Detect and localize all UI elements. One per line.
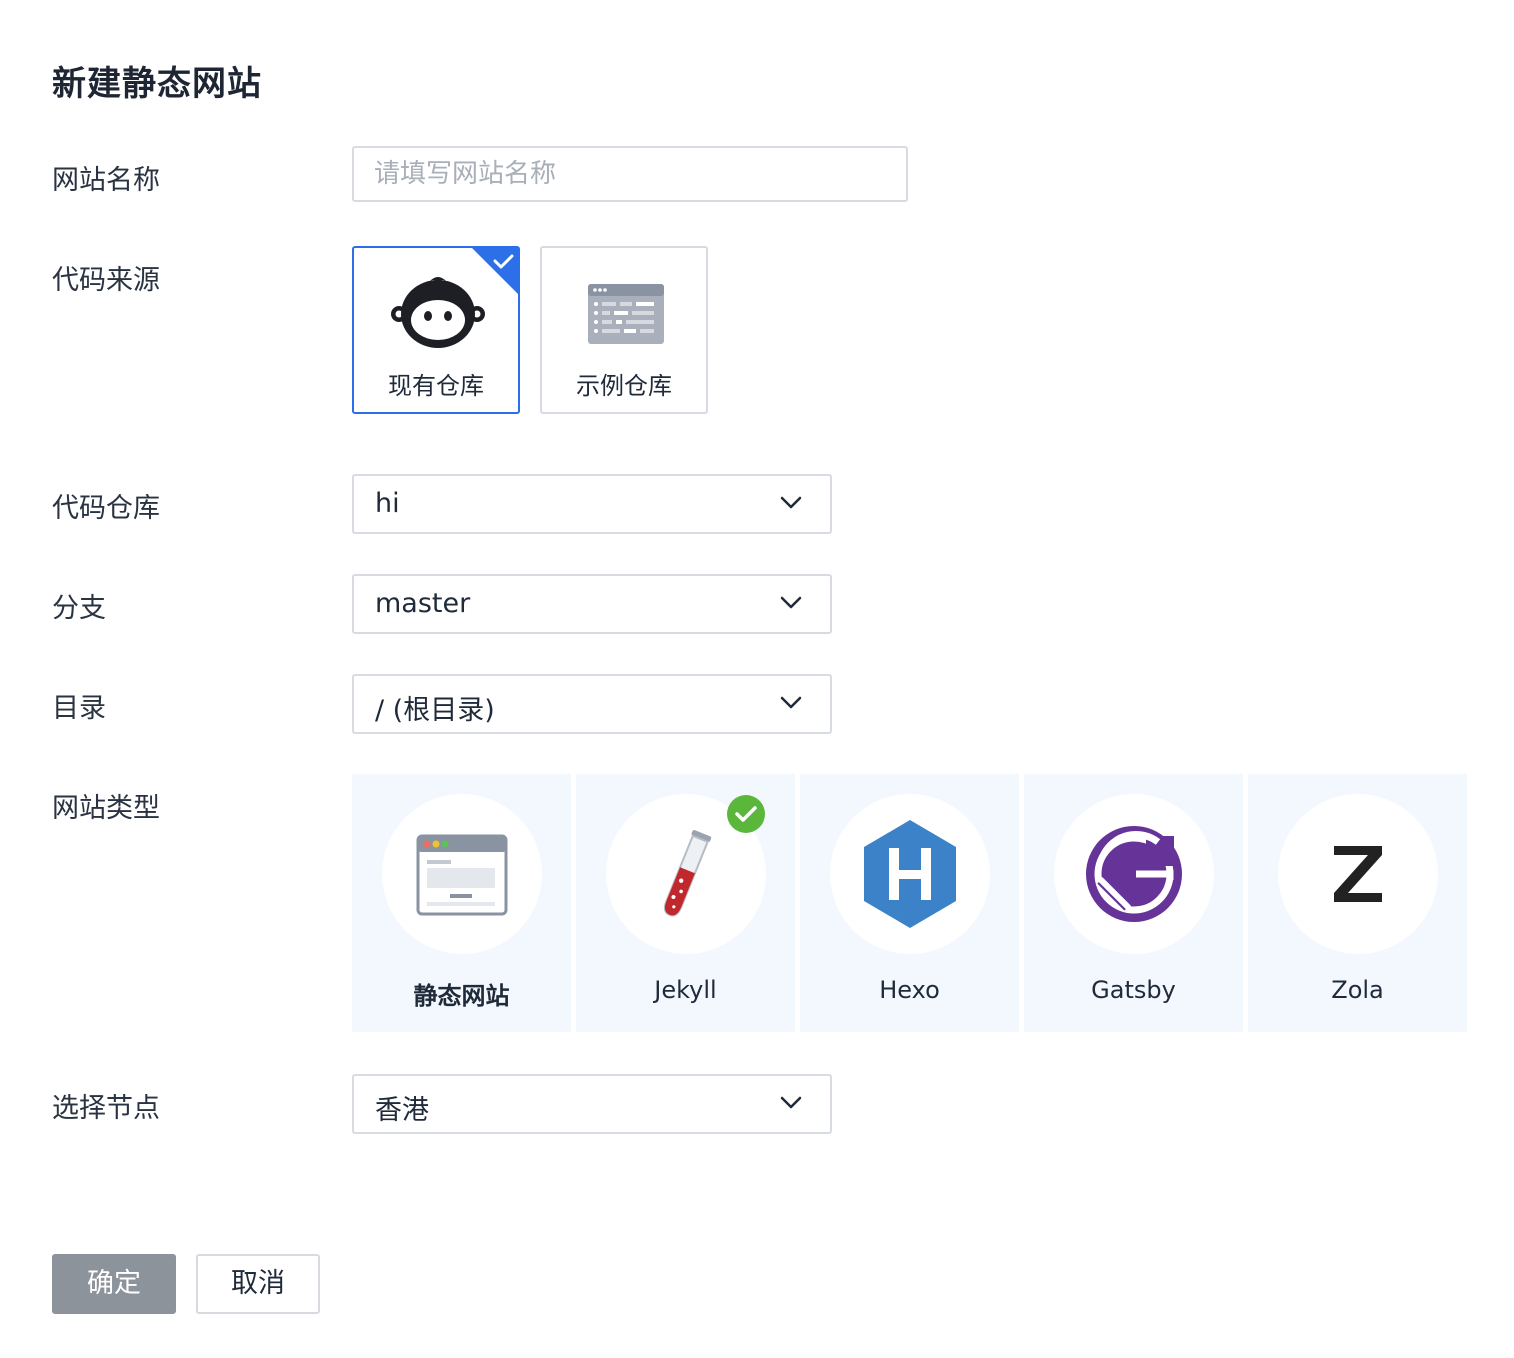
site-type-jekyll-label: Jekyll xyxy=(654,976,717,1004)
page-title: 新建静态网站 xyxy=(52,64,262,104)
code-source-sample-label: 示例仓库 xyxy=(576,372,672,400)
site-type-zola[interactable]: Zola xyxy=(1248,774,1467,1032)
z-icon xyxy=(1334,846,1382,902)
gatsby-g-icon xyxy=(1086,826,1182,922)
cancel-button[interactable]: 取消 xyxy=(196,1254,320,1314)
node-select-value: 香港 xyxy=(375,1095,429,1126)
chevron-down-icon xyxy=(780,596,802,609)
code-source-existing-label: 现有仓库 xyxy=(388,372,484,400)
site-type-label: 网站类型 xyxy=(52,793,160,824)
directory-select-value: / (根目录) xyxy=(375,695,495,726)
chevron-down-icon xyxy=(780,1096,802,1109)
site-type-jekyll[interactable]: Jekyll xyxy=(576,774,795,1032)
site-type-hexo-label: Hexo xyxy=(879,976,940,1004)
test-tube-icon xyxy=(663,830,712,917)
node-label: 选择节点 xyxy=(52,1093,160,1124)
site-name-label: 网站名称 xyxy=(52,165,160,196)
site-type-zola-label: Zola xyxy=(1331,976,1384,1004)
site-type-static[interactable]: 静态网站 xyxy=(352,774,571,1032)
repo-select-value: hi xyxy=(375,488,400,519)
chevron-down-icon xyxy=(780,496,802,509)
hexagon-h-icon xyxy=(864,820,956,928)
site-type-gatsby-label: Gatsby xyxy=(1091,976,1176,1004)
branch-label: 分支 xyxy=(52,593,106,624)
branch-select-value: master xyxy=(375,588,471,619)
code-source-label: 代码来源 xyxy=(52,265,160,296)
code-source-existing-repo[interactable]: 现有仓库 xyxy=(352,246,520,414)
repo-label: 代码仓库 xyxy=(52,493,160,524)
chevron-down-icon xyxy=(780,696,802,709)
branch-select[interactable]: master xyxy=(352,574,832,634)
site-name-input[interactable] xyxy=(352,146,908,202)
repo-select[interactable]: hi xyxy=(352,474,832,534)
site-type-hexo[interactable]: Hexo xyxy=(800,774,1019,1032)
selected-corner-check-icon xyxy=(472,248,518,294)
directory-label: 目录 xyxy=(52,693,106,724)
site-type-gatsby[interactable]: Gatsby xyxy=(1024,774,1243,1032)
code-source-sample-repo[interactable]: 示例仓库 xyxy=(540,246,708,414)
check-circle-icon xyxy=(727,795,765,833)
browser-window-icon xyxy=(416,834,508,916)
confirm-button[interactable]: 确定 xyxy=(52,1254,176,1314)
site-type-static-label: 静态网站 xyxy=(413,982,510,1010)
template-list-icon xyxy=(588,284,664,344)
node-select[interactable]: 香港 xyxy=(352,1074,832,1134)
directory-select[interactable]: / (根目录) xyxy=(352,674,832,734)
